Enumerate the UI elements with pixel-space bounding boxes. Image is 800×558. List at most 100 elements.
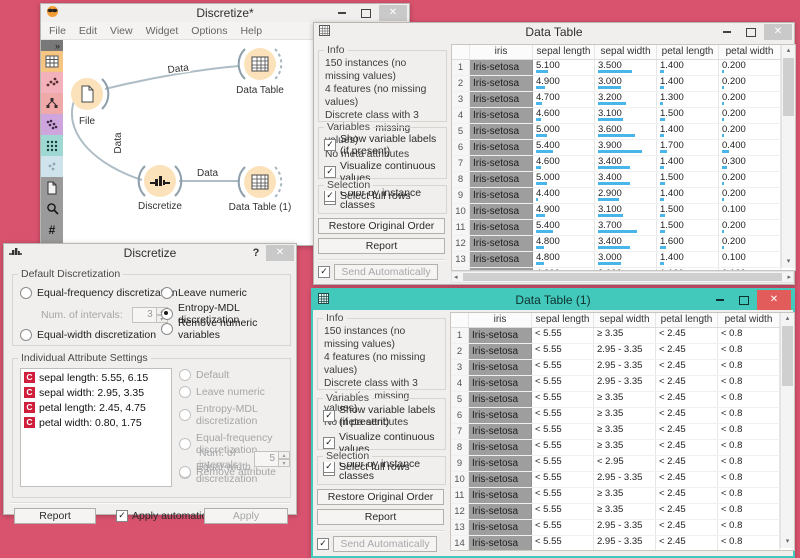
- table-cell[interactable]: < 5.55: [532, 424, 594, 439]
- link-file-discretize[interactable]: [72, 101, 142, 180]
- table-row[interactable]: 1Iris-setosa< 5.55≥ 3.35< 2.45< 0.8: [451, 328, 794, 344]
- class-cell[interactable]: Iris-setosa: [470, 188, 533, 203]
- table-cell[interactable]: < 0.8: [718, 328, 780, 343]
- class-cell[interactable]: Iris-setosa: [469, 440, 532, 455]
- equal-frequency-radio[interactable]: Equal-frequency discretization: [20, 287, 178, 299]
- table-row[interactable]: 12Iris-setosa< 5.55≥ 3.35< 2.45< 0.8: [451, 504, 794, 520]
- table-cell[interactable]: ≥ 3.35: [594, 424, 656, 439]
- table-cell[interactable]: 4.700: [533, 92, 595, 107]
- class-cell[interactable]: Iris-setosa: [470, 252, 533, 267]
- restore-original-order-button[interactable]: Restore Original Order: [318, 218, 445, 234]
- table-cell[interactable]: 1.500: [657, 220, 719, 235]
- table-cell[interactable]: ≥ 3.35: [594, 392, 656, 407]
- column-header[interactable]: iris: [470, 45, 533, 59]
- table-cell[interactable]: 5.400: [533, 220, 595, 235]
- data-table-grid[interactable]: irissepal lengthsepal widthpetal lengthp…: [451, 44, 796, 271]
- equal-width-radio[interactable]: Equal-width discretization: [20, 329, 156, 341]
- table-row[interactable]: 6Iris-setosa5.4003.9001.7000.400: [452, 140, 795, 156]
- table-cell[interactable]: 3.400: [595, 172, 657, 187]
- class-cell[interactable]: Iris-setosa: [469, 344, 532, 359]
- table-row[interactable]: 3Iris-setosa4.7003.2001.3000.200: [452, 92, 795, 108]
- table-cell[interactable]: < 2.45: [656, 456, 718, 471]
- class-cell[interactable]: Iris-setosa: [470, 108, 533, 123]
- close-button[interactable]: ✕: [757, 290, 791, 310]
- table-cell[interactable]: 0.100: [719, 204, 781, 219]
- menu-item-widget[interactable]: Widget: [146, 25, 179, 37]
- table-cell[interactable]: 0.200: [719, 76, 781, 91]
- table-cell[interactable]: < 5.55: [532, 328, 594, 343]
- table-cell[interactable]: < 0.8: [718, 392, 780, 407]
- table-cell[interactable]: < 5.55: [532, 456, 594, 471]
- table-cell[interactable]: < 2.45: [656, 440, 718, 455]
- table-cell[interactable]: < 0.8: [718, 344, 780, 359]
- table-cell[interactable]: 1.500: [657, 204, 719, 219]
- table-cell[interactable]: 0.200: [719, 188, 781, 203]
- table-cell[interactable]: < 0.8: [718, 456, 780, 471]
- scatter-plot-widget-icon[interactable]: [41, 72, 63, 93]
- table-cell[interactable]: < 5.55: [532, 520, 594, 535]
- table-cell[interactable]: 1.300: [657, 92, 719, 107]
- table-cell[interactable]: 3.500: [595, 60, 657, 75]
- class-cell[interactable]: Iris-setosa: [470, 76, 533, 91]
- table-cell[interactable]: 2.95 - 3.35: [594, 376, 656, 391]
- table-cell[interactable]: < 0.8: [718, 536, 780, 551]
- table-row[interactable]: 3Iris-setosa< 5.552.95 - 3.35< 2.45< 0.8: [451, 360, 794, 376]
- table-cell[interactable]: 0.200: [719, 60, 781, 75]
- table-cell[interactable]: 3.700: [595, 220, 657, 235]
- data-table-1-widget-node[interactable]: [244, 166, 276, 198]
- table-row[interactable]: 7Iris-setosa< 5.55≥ 3.35< 2.45< 0.8: [451, 424, 794, 440]
- table-cell[interactable]: 4.900: [533, 204, 595, 219]
- data-table-widget-node[interactable]: [244, 48, 276, 80]
- checkbox-checked[interactable]: ✓: [324, 139, 336, 151]
- class-cell[interactable]: Iris-setosa: [469, 504, 532, 519]
- table-cell[interactable]: < 2.45: [656, 376, 718, 391]
- class-cell[interactable]: Iris-setosa: [469, 520, 532, 535]
- vertical-scrollbar[interactable]: ▴▾: [781, 45, 795, 268]
- class-cell[interactable]: Iris-setosa: [470, 124, 533, 139]
- table-row[interactable]: 2Iris-setosa4.9003.0001.4000.200: [452, 76, 795, 92]
- table-cell[interactable]: < 0.8: [718, 504, 780, 519]
- table-row[interactable]: 2Iris-setosa< 5.552.95 - 3.35< 2.45< 0.8: [451, 344, 794, 360]
- table-cell[interactable]: < 2.45: [656, 424, 718, 439]
- table-cell[interactable]: 0.200: [719, 108, 781, 123]
- table-cell[interactable]: 1.500: [657, 108, 719, 123]
- class-cell[interactable]: Iris-setosa: [470, 60, 533, 75]
- table-cell[interactable]: 4.800: [533, 236, 595, 251]
- table-cell[interactable]: 0.200: [719, 124, 781, 139]
- attribute-list-item[interactable]: Csepal width: 2.95, 3.35: [21, 384, 171, 399]
- individual-option-radio[interactable]: Entropy-MDL discretization: [179, 403, 290, 427]
- table-cell[interactable]: 4.600: [533, 108, 595, 123]
- file-widget-node[interactable]: [71, 78, 103, 110]
- send-automatically-button[interactable]: Send Automatically: [333, 536, 437, 552]
- table-cell[interactable]: 0.200: [719, 92, 781, 107]
- table-cell[interactable]: 4.600: [533, 156, 595, 171]
- dialog-report-button[interactable]: Report: [14, 508, 96, 524]
- table-cell[interactable]: < 0.8: [718, 440, 780, 455]
- table-cell[interactable]: 3.100: [595, 204, 657, 219]
- close-button[interactable]: ✕: [266, 245, 294, 261]
- table-row[interactable]: 9Iris-setosa4.4002.9001.4000.200: [452, 188, 795, 204]
- table-cell[interactable]: 0.200: [719, 220, 781, 235]
- individual-option-radio[interactable]: Default: [179, 369, 290, 381]
- table-row[interactable]: 6Iris-setosa< 5.55≥ 3.35< 2.45< 0.8: [451, 408, 794, 424]
- send-automatically-button[interactable]: Send Automatically: [334, 264, 438, 280]
- maximize-button[interactable]: [740, 25, 762, 40]
- checkbox-checked[interactable]: ✓: [323, 410, 335, 422]
- spin-down-icon[interactable]: ▾: [279, 459, 290, 467]
- restore-original-order-button[interactable]: Restore Original Order: [317, 489, 444, 505]
- table-row[interactable]: 13Iris-setosa4.8003.0001.4000.100: [452, 252, 795, 268]
- table-cell[interactable]: 0.100: [719, 252, 781, 267]
- remove-attribute-radio[interactable]: Remove attribute: [179, 466, 276, 478]
- table-cell[interactable]: < 5.55: [532, 392, 594, 407]
- table-row[interactable]: 5Iris-setosa5.0003.6001.4000.200: [452, 124, 795, 140]
- table-cell[interactable]: ≥ 3.35: [594, 488, 656, 503]
- column-header[interactable]: sepal length: [533, 45, 595, 59]
- table-cell[interactable]: 5.400: [533, 140, 595, 155]
- table-cell[interactable]: < 0.8: [718, 520, 780, 535]
- table-cell[interactable]: 2.95 - 3.35: [594, 536, 656, 551]
- table-cell[interactable]: < 0.8: [718, 424, 780, 439]
- zoom-tool-icon[interactable]: [41, 198, 63, 219]
- column-header[interactable]: petal length: [656, 313, 718, 327]
- spin-up-icon[interactable]: ▴: [279, 451, 290, 459]
- checkbox-checked[interactable]: ✓: [323, 437, 335, 449]
